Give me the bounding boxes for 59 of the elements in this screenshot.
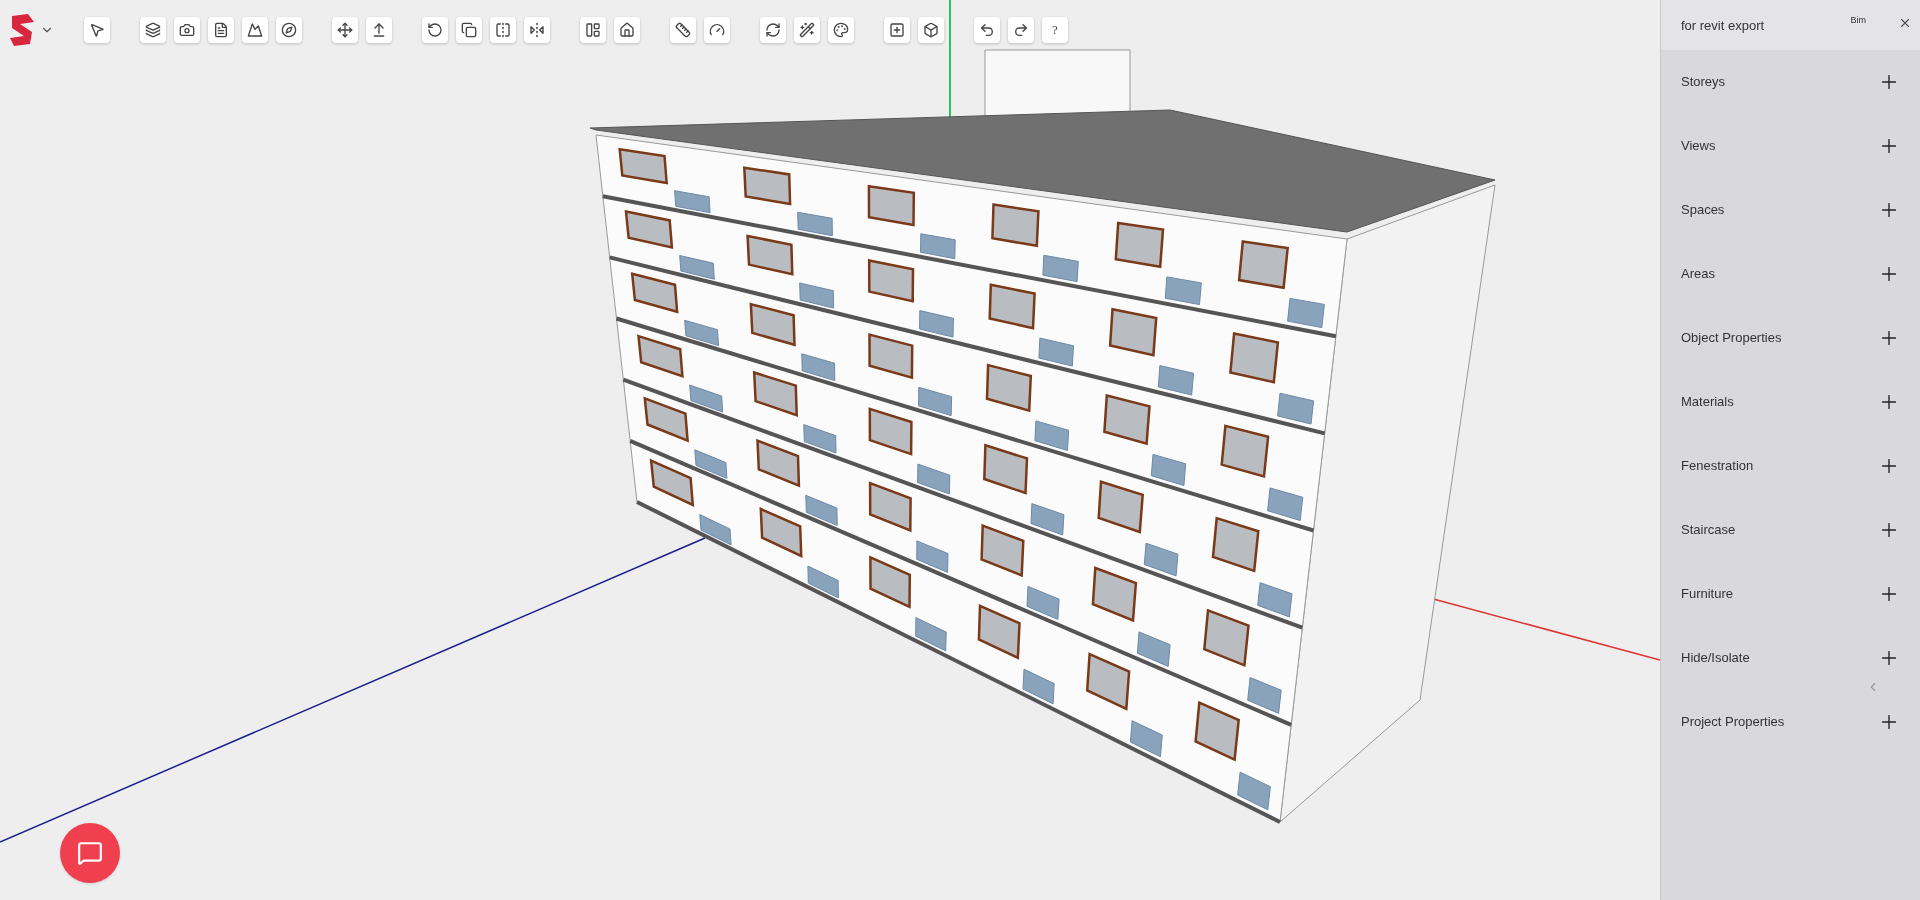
- panel-section[interactable]: Hide/Isolate: [1661, 626, 1920, 690]
- rotate-icon: [427, 22, 443, 38]
- panel-section[interactable]: Project Properties: [1661, 690, 1920, 754]
- redo-button[interactable]: [1008, 17, 1034, 43]
- panel-section[interactable]: Storeys: [1661, 50, 1920, 114]
- pointer-button[interactable]: [84, 17, 110, 43]
- palette-icon: [833, 22, 849, 38]
- panel-title: for revit export: [1681, 17, 1765, 35]
- copy-button[interactable]: [456, 17, 482, 43]
- section-label: Spaces: [1681, 201, 1725, 220]
- panel-section[interactable]: Staircase: [1661, 498, 1920, 562]
- pointer-icon: [89, 22, 105, 38]
- undo-icon: [979, 22, 995, 38]
- section-label: Hide/Isolate: [1681, 649, 1750, 668]
- panel-section[interactable]: Areas: [1661, 242, 1920, 306]
- section-label: Project Properties: [1681, 713, 1785, 732]
- terrain-icon: [247, 22, 263, 38]
- section-label: Staircase: [1681, 521, 1736, 540]
- wand-button[interactable]: [794, 17, 820, 43]
- section-label: Furniture: [1681, 585, 1734, 604]
- section-label: Fenestration: [1681, 457, 1754, 476]
- panel-section[interactable]: Materials: [1661, 370, 1920, 434]
- help-button[interactable]: ?: [1042, 17, 1068, 43]
- home-icon: [619, 22, 635, 38]
- logo-icon[interactable]: [8, 12, 36, 48]
- panel-section[interactable]: Object Properties: [1661, 306, 1920, 370]
- add-square-button[interactable]: [884, 17, 910, 43]
- section-label: Materials: [1681, 393, 1734, 412]
- panel-section[interactable]: Spaces: [1661, 178, 1920, 242]
- document-icon: [213, 22, 229, 38]
- compass-button[interactable]: [276, 17, 302, 43]
- camera-icon: [179, 22, 195, 38]
- panel-section[interactable]: Views: [1661, 114, 1920, 178]
- layers-button[interactable]: [140, 17, 166, 43]
- camera-button[interactable]: [174, 17, 200, 43]
- section-label: Object Properties: [1681, 329, 1782, 348]
- add-square-icon: [889, 22, 905, 38]
- close-icon[interactable]: [1898, 16, 1912, 30]
- redo-icon: [1013, 22, 1029, 38]
- chat-icon: [77, 840, 103, 866]
- section-label: Storeys: [1681, 73, 1726, 92]
- copy-icon: [461, 22, 477, 38]
- chat-button[interactable]: [60, 823, 120, 883]
- move-icon: [337, 22, 353, 38]
- panel-section[interactable]: Fenestration: [1661, 434, 1920, 498]
- panel-section[interactable]: Furniture: [1661, 562, 1920, 626]
- terrain-button[interactable]: [242, 17, 268, 43]
- move-button[interactable]: [332, 17, 358, 43]
- section-label: Areas: [1681, 265, 1715, 284]
- compass-icon: [281, 22, 297, 38]
- palette-button[interactable]: [828, 17, 854, 43]
- rotate-button[interactable]: [422, 17, 448, 43]
- home-button[interactable]: [614, 17, 640, 43]
- section-label: Views: [1681, 137, 1716, 156]
- wand-icon: [799, 22, 815, 38]
- layers-icon: [145, 22, 161, 38]
- bim-label: Bim: [1850, 14, 1866, 27]
- document-button[interactable]: [208, 17, 234, 43]
- undo-button[interactable]: [974, 17, 1000, 43]
